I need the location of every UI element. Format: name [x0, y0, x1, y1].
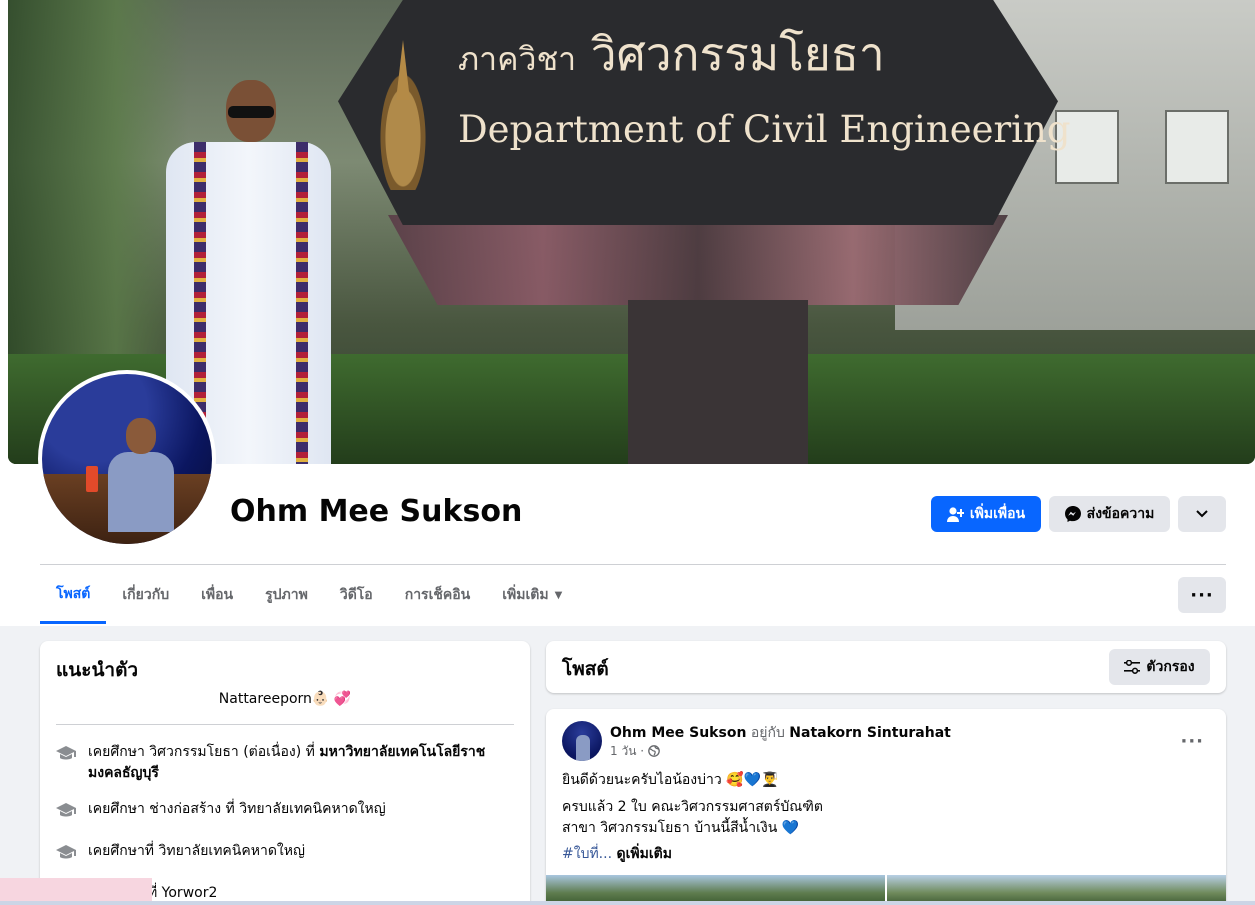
post-meta: 1 วัน · [610, 742, 660, 761]
tab-friends[interactable]: เพื่อน [185, 566, 249, 624]
tab-checkins[interactable]: การเช็คอิน [389, 566, 487, 624]
sign-english: Department of Civil Engineering [458, 108, 1071, 151]
filter-label: ตัวกรอง [1146, 659, 1195, 675]
posts-header-card: โพสต์ ตัวกรอง [546, 641, 1226, 693]
message-button[interactable]: ส่งข้อความ [1049, 496, 1170, 532]
tabs-more-options-button[interactable]: ··· [1178, 577, 1226, 613]
add-friend-label: เพิ่มเพื่อน [969, 506, 1026, 522]
university-emblem-icon [368, 40, 438, 190]
more-dots-icon: ··· [1180, 731, 1204, 752]
profile-header: ภาควิชา วิศวกรรมโยธา Department of Civil… [0, 0, 1255, 626]
sign-thai-small: ภาควิชา [458, 40, 577, 78]
post-text-line-2: ครบแล้ว 2 ใบ คณะวิศวกรรมศาสตร์บัณฑิต [562, 799, 823, 815]
add-friend-button[interactable]: เพิ่มเพื่อน [931, 496, 1041, 532]
graduation-cap-icon [56, 746, 76, 760]
department-sign: ภาควิชา วิศวกรรมโยธา Department of Civil… [298, 0, 1098, 464]
post-card: Ohm Mee Sukson อยู่กับ Natakorn Sinturah… [546, 709, 1226, 905]
window-bottom-edge [0, 901, 1255, 905]
post-time[interactable]: 1 วัน · [610, 744, 644, 758]
message-label: ส่งข้อความ [1086, 506, 1155, 522]
tab-photos[interactable]: รูปภาพ [249, 566, 324, 624]
post-tagged-person[interactable]: Natakorn Sinturahat [789, 725, 951, 741]
header-divider [40, 564, 1226, 565]
intro-title: แนะนำตัว [56, 659, 139, 681]
post-with-word: อยู่กับ [750, 725, 785, 741]
chevron-down-icon [1196, 510, 1208, 518]
intro-item-education-3: เคยศึกษาที่ วิทยาลัยเทคนิคหาดใหญ่ [56, 841, 516, 862]
intro-card: แนะนำตัว Nattareeporn👶🏻 💞 เคยศึกษา วิศวก… [40, 641, 530, 905]
cover-photo[interactable]: ภาควิชา วิศวกรรมโยธา Department of Civil… [8, 0, 1255, 464]
sign-thai-big: วิศวกรรมโยธา [590, 27, 885, 81]
intro-bio: Nattareeporn👶🏻 💞 [218, 691, 352, 707]
tab-videos[interactable]: วิดีโอ [324, 566, 389, 624]
tab-more[interactable]: เพิ่มเติม ▼ [486, 566, 578, 624]
tab-about[interactable]: เกี่ยวกับ [106, 566, 185, 624]
globe-icon [648, 745, 660, 757]
post-author-line: Ohm Mee Sukson อยู่กับ Natakorn Sinturah… [610, 722, 951, 744]
profile-tabs: โพสต์ เกี่ยวกับ เพื่อน รูปภาพ วิดีโอ การ… [40, 566, 578, 624]
graduation-cap-icon [56, 845, 76, 859]
posts-title: โพสต์ [562, 658, 609, 680]
post-text-line-1: ยินดีด้วยนะครับไอน้องบ่าว 🥰💙👨‍🎓 [562, 772, 779, 788]
tab-posts[interactable]: โพสต์ [40, 566, 107, 624]
intro-divider [56, 724, 514, 725]
post-options-button[interactable]: ··· [1180, 731, 1204, 752]
intro-item-education-2: เคยศึกษา ช่างก่อสร้าง ที่ วิทยาลัยเทคนิค… [56, 799, 516, 820]
filter-sliders-icon [1124, 660, 1141, 674]
profile-name: Ohm Mee Sukson [230, 494, 523, 529]
post-author-avatar[interactable] [562, 721, 602, 761]
post-text-line-4: #ใบที่... ดูเพิ่มเติม [562, 844, 672, 865]
filter-button[interactable]: ตัวกรอง [1109, 649, 1210, 685]
messenger-icon [1064, 506, 1081, 522]
post-text-line-3: สาขา วิศวกรรมโยธา บ้านนี้สีน้ำเงิน 💙 [562, 820, 800, 836]
profile-options-button[interactable] [1178, 496, 1226, 532]
graduation-cap-icon [56, 803, 76, 817]
see-more-link[interactable]: ดูเพิ่มเติม [617, 846, 672, 862]
intro-item-education-1: เคยศึกษา วิศวกรรมโยธา (ต่อเนื่อง) ที่ มห… [56, 742, 516, 784]
caret-down-icon: ▼ [554, 589, 563, 601]
post-hashtag[interactable]: #ใบที่... [562, 846, 612, 862]
profile-avatar[interactable] [38, 370, 216, 548]
post-author-name[interactable]: Ohm Mee Sukson [610, 725, 746, 741]
more-dots-icon: ··· [1190, 584, 1214, 606]
add-friend-icon [946, 506, 964, 522]
